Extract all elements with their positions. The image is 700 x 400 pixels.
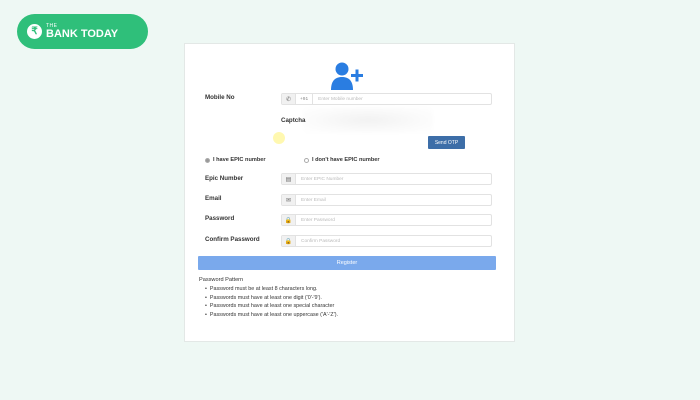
radio-no-epic[interactable]: I don't have EPIC number <box>304 157 380 163</box>
list-item: Passwords must have at least one special… <box>205 302 338 311</box>
radio-have-epic[interactable]: I have EPIC number <box>205 157 266 163</box>
lock-icon: 🔒 <box>282 215 296 225</box>
confirm-password-placeholder: Confirm Password <box>301 238 341 244</box>
epic-placeholder: Enter EPIC Number <box>301 176 344 182</box>
captcha-label: Captcha <box>281 117 306 124</box>
confirm-password-label: Confirm Password <box>205 236 260 243</box>
id-card-icon: ▤ <box>282 174 296 184</box>
brand-name: BANK TODAY <box>46 27 119 40</box>
rupee-logo-icon: ₹ <box>27 24 42 39</box>
confirm-password-input[interactable]: 🔒 Confirm Password <box>281 235 492 247</box>
email-placeholder: Enter Email <box>301 197 326 203</box>
email-input[interactable]: ✉ Enter Email <box>281 194 492 206</box>
user-plus-icon <box>331 62 363 90</box>
register-button[interactable]: Register <box>198 256 496 270</box>
epic-number-label: Epic Number <box>205 175 244 182</box>
mobile-input[interactable]: ✆ +91 Enter Mobile number <box>281 93 492 105</box>
phone-icon: ✆ <box>282 94 296 104</box>
brand-text: THE BANK TODAY <box>46 23 119 40</box>
send-otp-button[interactable]: Send OTP <box>428 136 465 149</box>
envelope-icon: ✉ <box>282 195 296 205</box>
email-label: Email <box>205 195 222 202</box>
captcha-image <box>303 107 433 133</box>
password-placeholder: Enter Password <box>301 217 335 223</box>
epic-number-input[interactable]: ▤ Enter EPIC Number <box>281 173 492 185</box>
list-item: Password must be at least 8 characters l… <box>205 285 338 294</box>
list-item: Passwords must have at least one digit (… <box>205 294 338 303</box>
radio-dot <box>304 157 309 163</box>
password-pattern-title: Password Pattern <box>199 277 244 283</box>
password-input[interactable]: 🔒 Enter Password <box>281 214 492 226</box>
country-code: +91 <box>296 94 314 104</box>
brand-badge: ₹ THE BANK TODAY <box>17 14 148 49</box>
list-item: Passwords must have at least one upperca… <box>205 311 338 320</box>
mouse-cursor-highlight <box>273 132 285 144</box>
registration-form: Mobile No ✆ +91 Enter Mobile number Capt… <box>184 43 515 342</box>
radio-label: I have EPIC number <box>213 157 266 163</box>
radio-dot <box>205 157 210 163</box>
mobile-label: Mobile No <box>205 94 235 101</box>
mobile-placeholder: Enter Mobile number <box>318 96 363 102</box>
lock-icon: 🔒 <box>282 236 296 246</box>
radio-label: I don't have EPIC number <box>312 157 380 163</box>
password-label: Password <box>205 215 235 222</box>
password-pattern-list: Password must be at least 8 characters l… <box>205 285 338 319</box>
